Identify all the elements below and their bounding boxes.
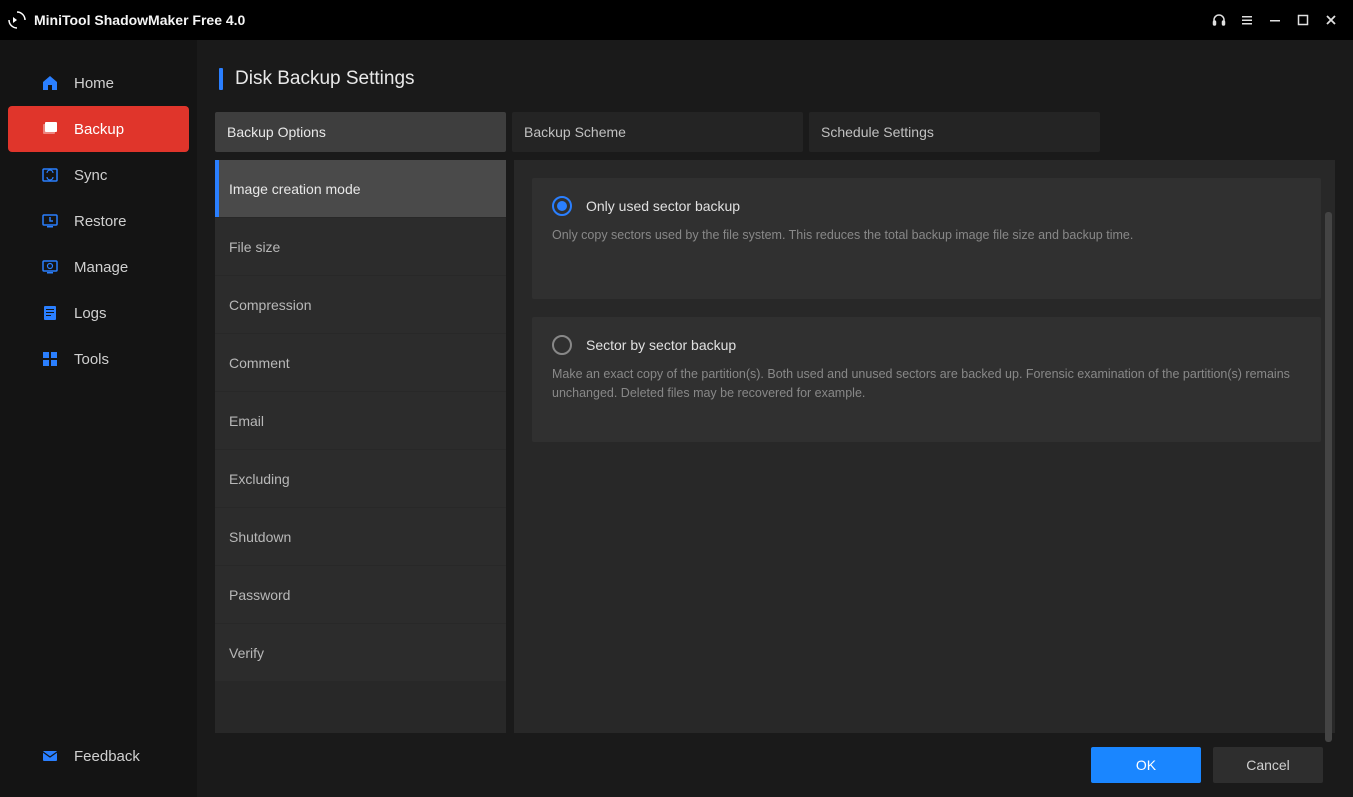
radio-button-icon <box>552 196 572 216</box>
sidebar: Home Backup Sync Restore Manage Logs Too… <box>0 40 197 797</box>
mail-icon <box>40 746 60 766</box>
manage-icon <box>40 257 60 277</box>
backup-icon <box>40 119 60 139</box>
home-icon <box>40 73 60 93</box>
option-image-creation-mode[interactable]: Image creation mode <box>215 160 506 217</box>
radio-card-used-sector: Only used sector backup Only copy sector… <box>532 178 1321 299</box>
radio-label: Sector by sector backup <box>586 337 736 353</box>
option-verify[interactable]: Verify <box>215 624 506 681</box>
page-title: Disk Backup Settings <box>215 68 1335 90</box>
sync-icon <box>40 165 60 185</box>
maximize-button[interactable] <box>1289 6 1317 34</box>
close-button[interactable] <box>1317 6 1345 34</box>
nav-label: Backup <box>74 121 124 138</box>
option-comment[interactable]: Comment <box>215 334 506 391</box>
radio-desc: Make an exact copy of the partition(s). … <box>552 365 1301 403</box>
app-logo-icon <box>8 11 26 29</box>
tab-backup-options[interactable]: Backup Options <box>215 112 506 152</box>
options-empty-area <box>215 682 506 733</box>
nav-label: Sync <box>74 167 107 184</box>
tools-icon <box>40 349 60 369</box>
nav-label: Feedback <box>74 748 140 765</box>
option-shutdown[interactable]: Shutdown <box>215 508 506 565</box>
page-title-text: Disk Backup Settings <box>235 68 415 90</box>
nav-home[interactable]: Home <box>8 60 189 106</box>
menu-icon[interactable] <box>1233 6 1261 34</box>
nav-feedback[interactable]: Feedback <box>8 733 189 779</box>
logs-icon <box>40 303 60 323</box>
footer: OK Cancel <box>215 733 1335 797</box>
radio-label: Only used sector backup <box>586 198 740 214</box>
option-password[interactable]: Password <box>215 566 506 623</box>
radio-sector-by-sector[interactable]: Sector by sector backup <box>552 335 1301 355</box>
settings-tabs: Backup Options Backup Scheme Schedule Se… <box>215 112 1335 152</box>
option-panel: Only used sector backup Only copy sector… <box>514 160 1335 733</box>
nav-logs[interactable]: Logs <box>8 290 189 336</box>
tab-schedule-settings[interactable]: Schedule Settings <box>809 112 1100 152</box>
nav-restore[interactable]: Restore <box>8 198 189 244</box>
titlebar-title: MiniTool ShadowMaker Free 4.0 <box>8 11 245 29</box>
title-accent-bar <box>219 68 223 90</box>
nav-sync[interactable]: Sync <box>8 152 189 198</box>
scrollbar-thumb[interactable] <box>1325 212 1332 742</box>
nav-label: Logs <box>74 305 107 322</box>
nav-label: Manage <box>74 259 128 276</box>
nav-manage[interactable]: Manage <box>8 244 189 290</box>
headphones-icon[interactable] <box>1205 6 1233 34</box>
nav-backup[interactable]: Backup <box>8 106 189 152</box>
nav-label: Home <box>74 75 114 92</box>
radio-only-used-sector[interactable]: Only used sector backup <box>552 196 1301 216</box>
titlebar: MiniTool ShadowMaker Free 4.0 <box>0 0 1353 40</box>
main-panel: Disk Backup Settings Backup Options Back… <box>197 40 1353 797</box>
option-email[interactable]: Email <box>215 392 506 449</box>
ok-button[interactable]: OK <box>1091 747 1201 783</box>
app-title: MiniTool ShadowMaker Free 4.0 <box>34 12 245 28</box>
cancel-button[interactable]: Cancel <box>1213 747 1323 783</box>
nav-label: Restore <box>74 213 127 230</box>
restore-icon <box>40 211 60 231</box>
nav-label: Tools <box>74 351 109 368</box>
option-excluding[interactable]: Excluding <box>215 450 506 507</box>
radio-button-icon <box>552 335 572 355</box>
option-compression[interactable]: Compression <box>215 276 506 333</box>
radio-card-sector-by-sector: Sector by sector backup Make an exact co… <box>532 317 1321 443</box>
option-file-size[interactable]: File size <box>215 218 506 275</box>
options-list: Image creation mode File size Compressio… <box>215 160 506 733</box>
minimize-button[interactable] <box>1261 6 1289 34</box>
nav-tools[interactable]: Tools <box>8 336 189 382</box>
tab-backup-scheme[interactable]: Backup Scheme <box>512 112 803 152</box>
radio-desc: Only copy sectors used by the file syste… <box>552 226 1301 245</box>
